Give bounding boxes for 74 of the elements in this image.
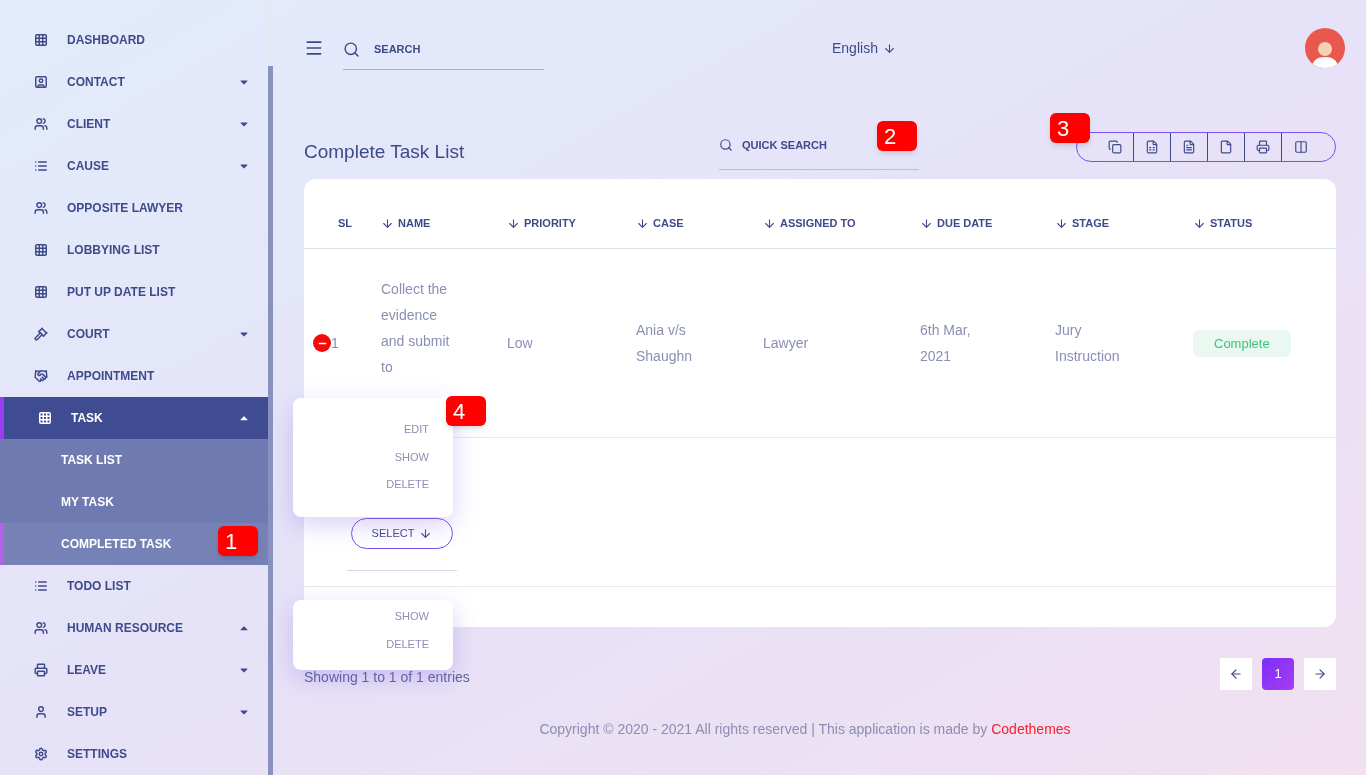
sidebar-item[interactable]: TASK	[0, 397, 268, 439]
page-button[interactable]: 1	[1262, 658, 1294, 690]
people-icon	[34, 201, 48, 215]
grid-icon	[38, 411, 52, 425]
people-icon	[34, 117, 48, 131]
footer-text: Copyright © 2020 - 2021 All rights reserved | This application is made by Codethemes	[539, 720, 1071, 739]
menu-item[interactable]: DELETE	[386, 635, 429, 652]
list-icon	[34, 579, 48, 593]
sidebar-item[interactable]: APPOINTMENT	[0, 355, 268, 397]
sidebar-item[interactable]: LEAVE	[0, 649, 268, 691]
columns-icon	[1293, 139, 1308, 154]
sidebar-item[interactable]: SETTINGS	[0, 733, 268, 775]
column-header[interactable]: NAME	[381, 215, 431, 232]
sidebar-item[interactable]: HUMAN RESOURCE	[0, 607, 268, 649]
table-cell-text: Ania v/s Shaughn	[636, 321, 694, 366]
text-file-icon	[1182, 139, 1196, 154]
search-icon	[719, 138, 733, 152]
people-icon	[34, 621, 48, 635]
annotation-badge: 3	[1050, 113, 1090, 143]
sidebar-item[interactable]: SETUP	[0, 691, 268, 733]
arrow-down-icon	[882, 41, 896, 55]
spreadsheet-file-icon	[1145, 139, 1159, 154]
menu-item[interactable]: DELETE	[386, 476, 429, 493]
printer-icon	[1256, 139, 1270, 154]
row-toggle[interactable]	[313, 334, 331, 352]
annotation-badge: 4	[446, 396, 486, 426]
page-title: Complete Task List	[304, 140, 466, 165]
settings-icon	[34, 747, 48, 761]
sidebar-item[interactable]: CONTACT	[0, 61, 268, 103]
sidebar-item[interactable]: CAUSE	[0, 145, 268, 187]
file-icon	[1219, 139, 1233, 154]
column-header[interactable]: SL	[338, 215, 353, 232]
printer-icon	[34, 663, 48, 677]
sidebar-item[interactable]: TODO LIST	[0, 565, 268, 607]
person-icon	[34, 705, 48, 719]
table-cell: Lawyer	[763, 335, 809, 351]
table-cell-text: Jury Instruction	[1055, 321, 1121, 366]
sidebar-item[interactable]: PUT UP DATE LIST	[0, 271, 268, 313]
column-header[interactable]: PRIORITY	[507, 215, 576, 232]
menu-icon[interactable]	[304, 38, 324, 58]
sidebar-item[interactable]: CLIENT	[0, 103, 268, 145]
annotation-badge: 1	[218, 526, 258, 556]
column-header[interactable]: ASSIGNED TO	[763, 215, 856, 232]
table-cell-text: Collect the evidence and submit to	[381, 280, 451, 377]
column-header[interactable]: STATUS	[1193, 215, 1253, 232]
status-badge: Complete	[1193, 329, 1291, 357]
column-header[interactable]: DUE DATE	[920, 215, 993, 232]
column-header[interactable]: CASE	[636, 215, 684, 232]
entries-info: Showing 1 to 1 of 1 entries	[304, 667, 470, 687]
language-selector[interactable]: English	[832, 37, 896, 59]
avatar[interactable]	[1305, 28, 1345, 68]
gavel-icon	[34, 327, 48, 341]
search-field[interactable]: SEARCH	[374, 41, 514, 58]
table-cell: Low	[507, 335, 533, 351]
sidebar-item[interactable]: OPPOSITE LAWYER	[0, 187, 268, 229]
arrow-down-icon	[419, 527, 433, 540]
list-icon	[34, 159, 48, 173]
quick-search-field[interactable]: QUICK SEARCH	[742, 136, 852, 154]
table-cell-text: 6th Mar, 2021	[920, 321, 972, 366]
submenu-item[interactable]: MY TASK	[0, 481, 268, 523]
column-header[interactable]: STAGE	[1055, 215, 1110, 232]
sidebar-item[interactable]: LOBBYING LIST	[0, 229, 268, 271]
annotation-badge: 2	[877, 121, 917, 151]
copy-icon	[1108, 139, 1122, 154]
grid-icon	[34, 243, 48, 257]
sidebar-item[interactable]: COURT	[0, 313, 268, 355]
submenu-item[interactable]: TASK LIST	[0, 439, 268, 481]
search-icon	[343, 41, 360, 58]
grid-icon	[34, 33, 48, 47]
sidebar-item[interactable]: DASHBOARD	[0, 19, 268, 61]
table-cell-text: 1	[331, 334, 339, 353]
handshake-icon	[34, 369, 48, 383]
contact-card-icon	[34, 75, 48, 89]
grid-icon	[34, 285, 48, 299]
